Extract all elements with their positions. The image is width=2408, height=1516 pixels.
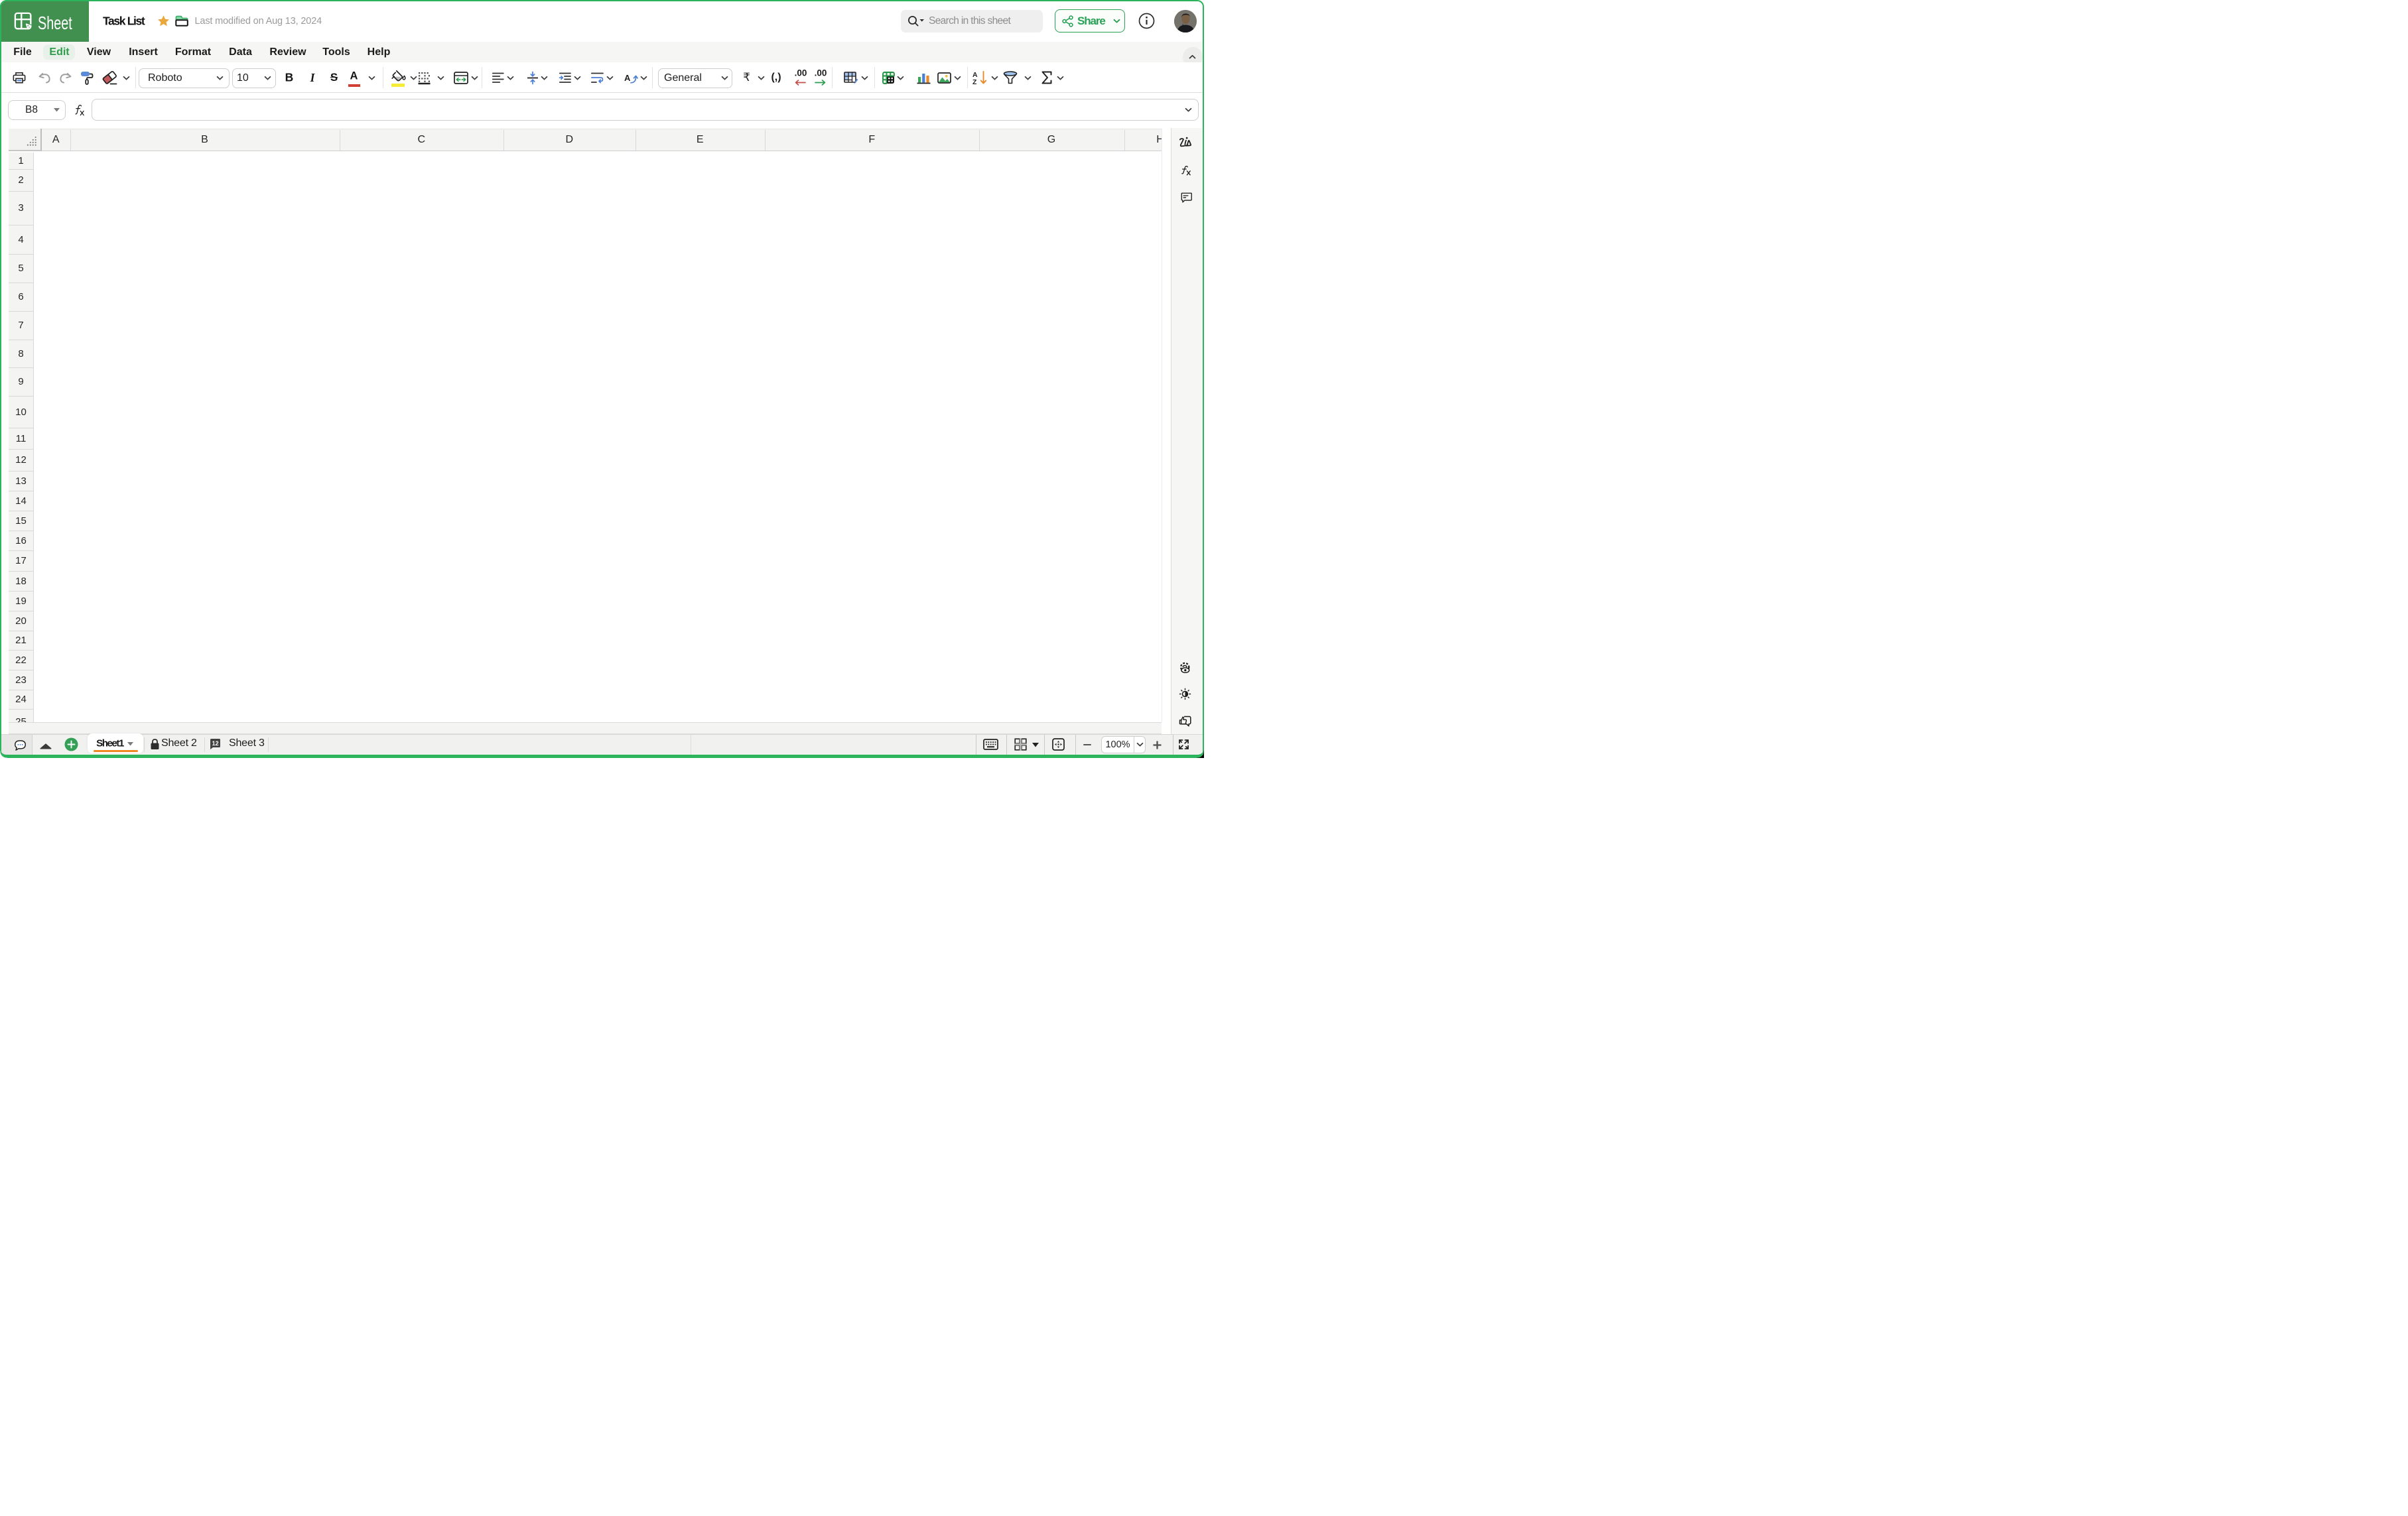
svg-text:A: A bbox=[624, 73, 631, 83]
svg-text:12: 12 bbox=[212, 740, 219, 747]
svg-text:Z: Z bbox=[972, 78, 977, 86]
